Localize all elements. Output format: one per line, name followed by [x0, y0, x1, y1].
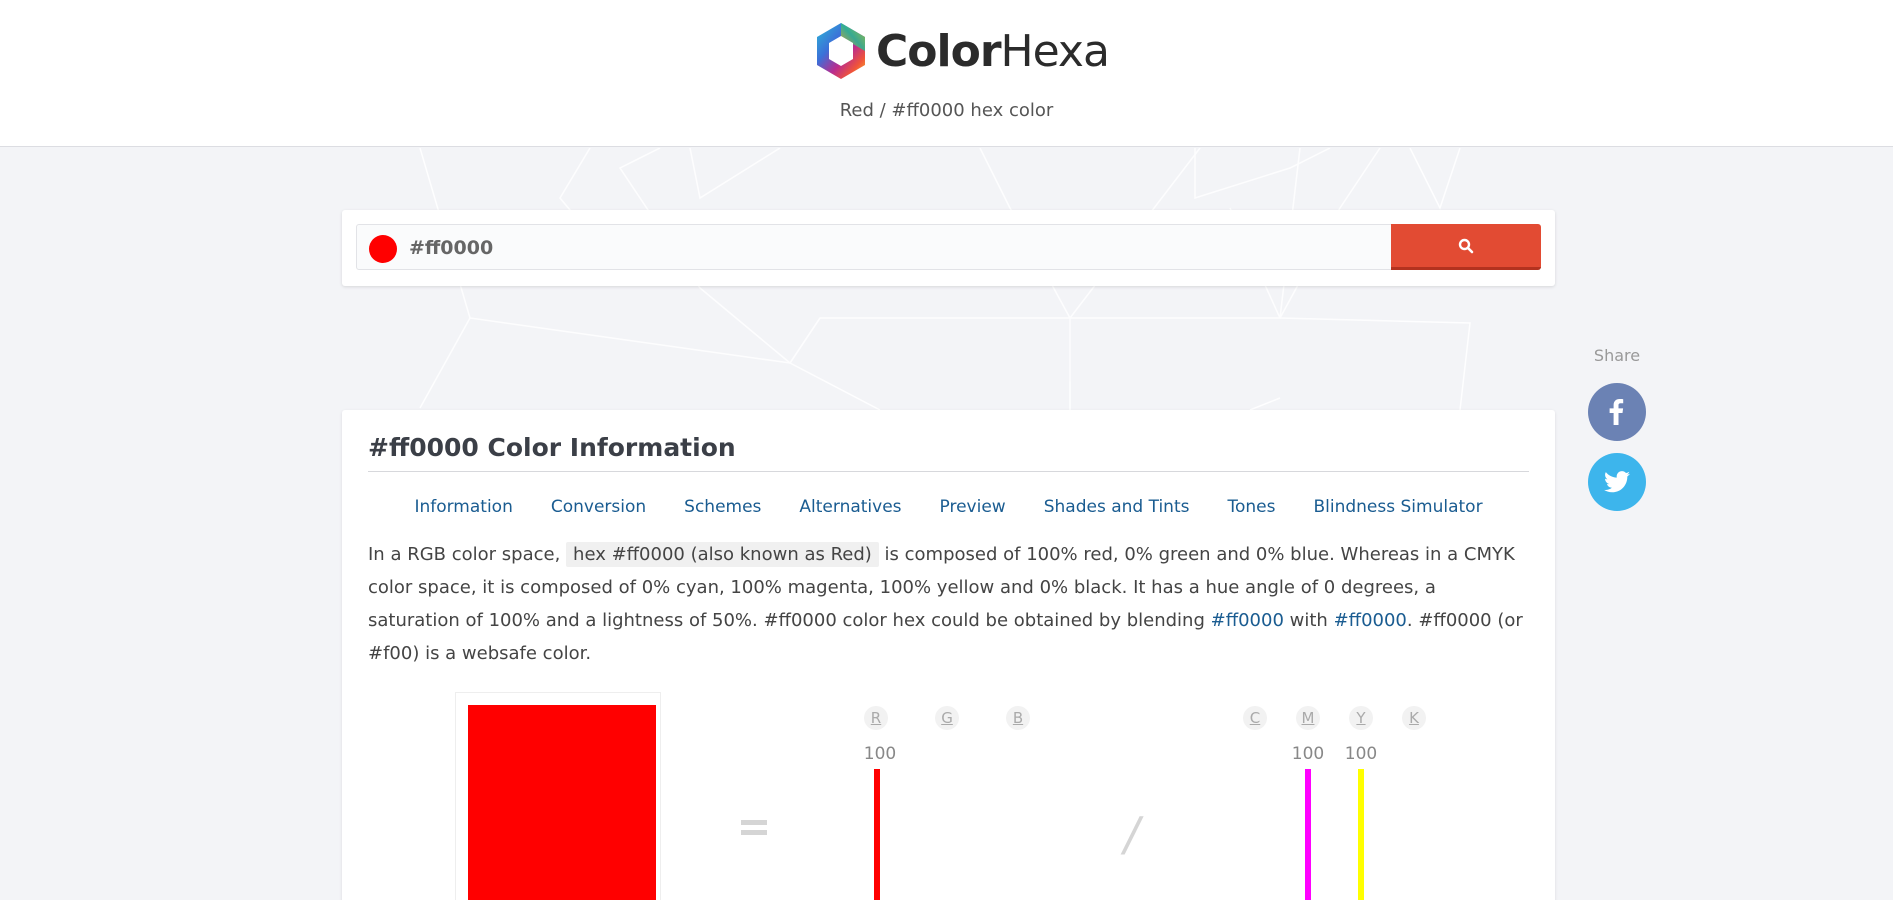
facebook-icon	[1609, 399, 1624, 425]
rgb-r-bar	[874, 769, 880, 900]
tab-tones[interactable]: Tones	[1227, 497, 1275, 517]
slash-separator-icon: /	[1124, 807, 1140, 861]
tab-information[interactable]: Information	[414, 497, 512, 517]
rgb-r-value: 100	[863, 744, 897, 764]
logo-wordmark: ColorHexa	[876, 25, 1110, 77]
cmyk-y-label: Y	[1349, 706, 1373, 730]
color-preview-swatch	[468, 705, 656, 900]
tab-blindness-simulator[interactable]: Blindness Simulator	[1313, 497, 1482, 517]
color-swatch-dot	[369, 235, 397, 263]
color-search-input[interactable]	[409, 231, 1369, 265]
blend-color-link-1[interactable]: #ff0000	[1211, 610, 1284, 631]
section-title: #ff0000 Color Information	[368, 433, 736, 462]
search-icon	[1458, 238, 1474, 253]
tab-alternatives[interactable]: Alternatives	[799, 497, 901, 517]
twitter-share-button[interactable]	[1588, 453, 1646, 511]
tab-conversion[interactable]: Conversion	[551, 497, 646, 517]
cmyk-m-label: M	[1296, 706, 1320, 730]
color-information-card: #ff0000 Color Information Information Co…	[342, 410, 1555, 900]
description-highlight: hex #ff0000 (also known as Red)	[566, 542, 879, 567]
site-logo[interactable]: ColorHexa	[814, 20, 1110, 82]
color-description: In a RGB color space, hex #ff0000 (also …	[368, 538, 1533, 670]
facebook-share-button[interactable]	[1588, 383, 1646, 441]
search-button[interactable]	[1391, 224, 1541, 270]
cmyk-m-value: 100	[1291, 744, 1325, 764]
blend-color-link-2[interactable]: #ff0000	[1334, 610, 1407, 631]
rgb-g-label: G	[935, 706, 959, 730]
breadcrumb: Red / #ff0000 hex color	[839, 100, 1054, 121]
share-label: Share	[1593, 346, 1641, 365]
equals-icon	[741, 820, 767, 836]
tab-schemes[interactable]: Schemes	[684, 497, 761, 517]
cmyk-k-label: K	[1402, 706, 1426, 730]
title-divider	[368, 471, 1529, 472]
rgb-r-label: R	[864, 706, 888, 730]
description-text: with	[1289, 610, 1328, 631]
cmyk-y-value: 100	[1344, 744, 1378, 764]
section-tabs: Information Conversion Schemes Alternati…	[342, 497, 1555, 517]
tab-shades-and-tints[interactable]: Shades and Tints	[1044, 497, 1190, 517]
search-card	[342, 210, 1555, 286]
tab-preview[interactable]: Preview	[940, 497, 1006, 517]
cmyk-c-label: C	[1243, 706, 1267, 730]
site-header: ColorHexa Red / #ff0000 hex color	[0, 0, 1893, 147]
hexagon-logo-icon	[817, 23, 865, 79]
color-preview-frame	[455, 692, 661, 900]
twitter-icon	[1604, 471, 1630, 493]
rgb-b-label: B	[1006, 706, 1030, 730]
cmyk-y-bar	[1358, 769, 1364, 900]
cmyk-m-bar	[1305, 769, 1311, 900]
description-text: In a RGB color space,	[368, 544, 561, 565]
search-field[interactable]	[356, 224, 1393, 270]
